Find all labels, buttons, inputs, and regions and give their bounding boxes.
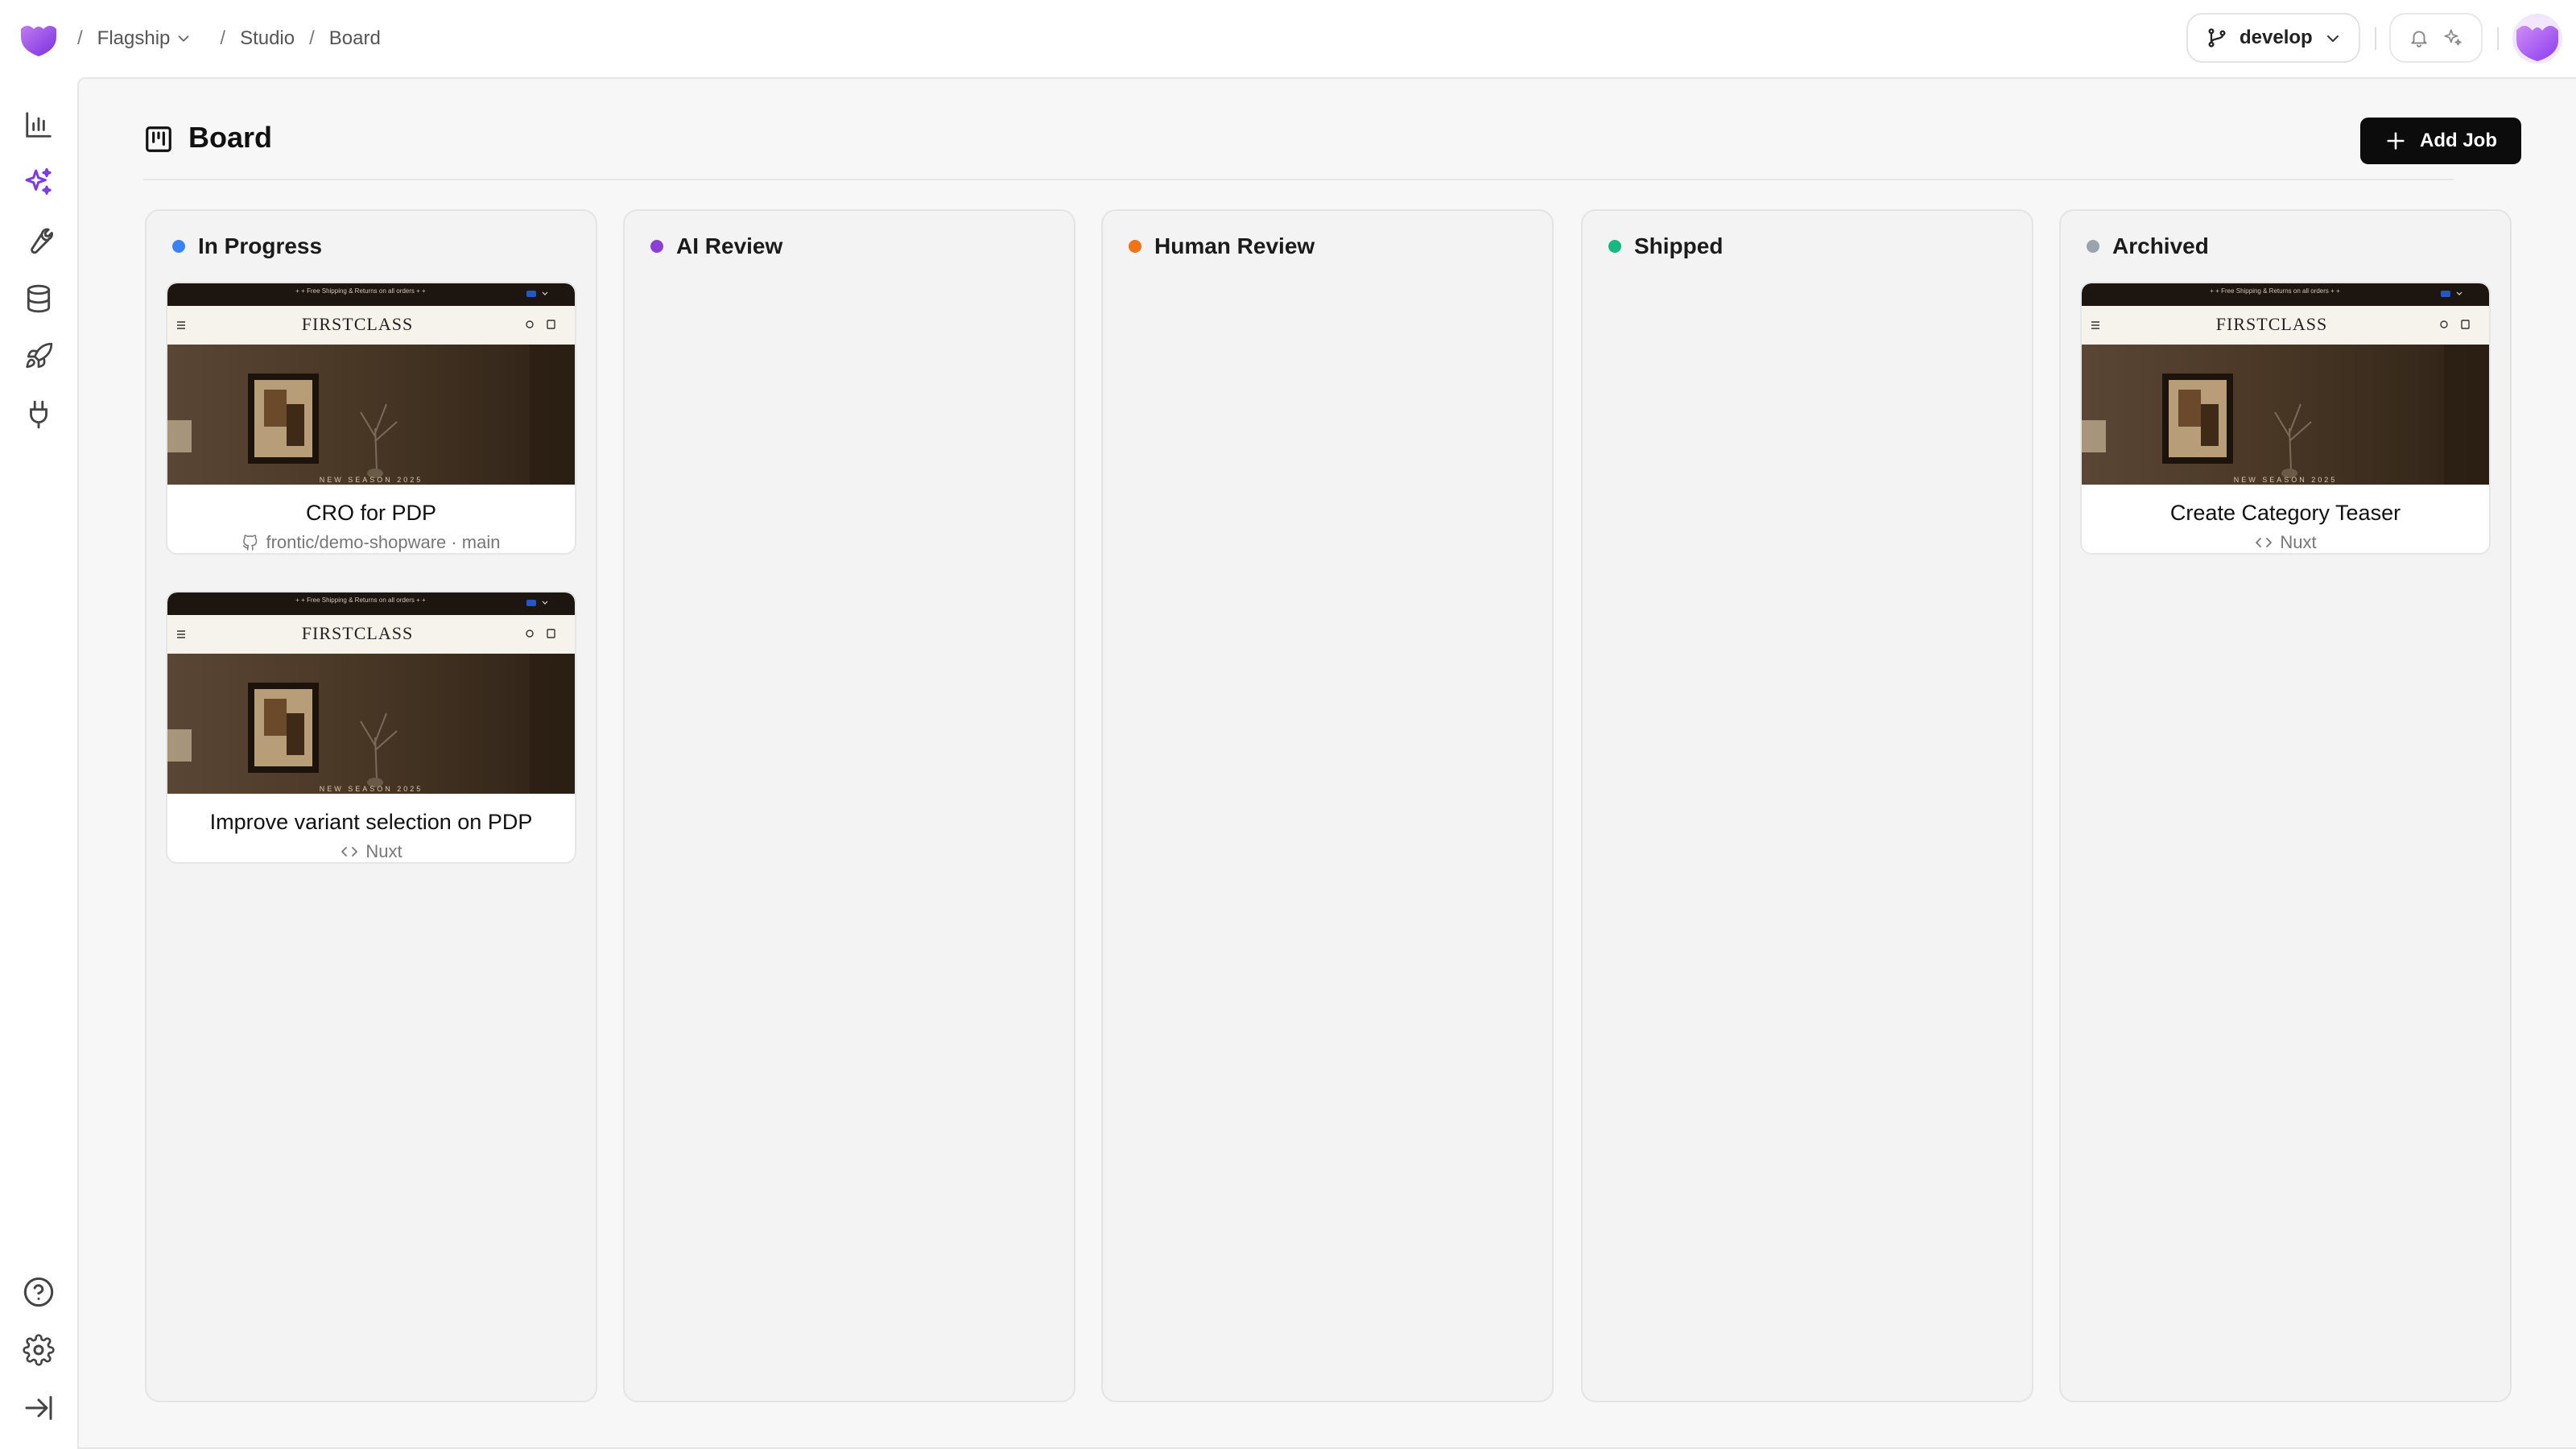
top-bar: / Flagship / Studio / Board develop <box>0 0 2576 77</box>
card-thumbnail: + + Free Shipping & Returns on all order… <box>167 283 575 485</box>
card-subtitle-row: frontic/demo-shopware · main <box>167 532 575 553</box>
code-icon <box>2256 538 2273 547</box>
status-dot <box>172 240 185 253</box>
preview-hero-caption: NEW SEASON 2025 <box>320 785 423 793</box>
user-avatar[interactable] <box>2512 13 2563 64</box>
column-title: AI Review <box>676 233 783 258</box>
preview-promo-text: + + Free Shipping & Returns on all order… <box>295 287 426 295</box>
chevron-down-icon <box>2327 35 2339 42</box>
code-icon <box>341 847 358 857</box>
card-subtitle-row: Nuxt <box>2082 532 2489 553</box>
breadcrumb-org[interactable]: Flagship <box>97 27 193 50</box>
storefront-preview-image: + + Free Shipping & Returns on all order… <box>167 592 575 794</box>
plug-icon <box>30 400 47 429</box>
card-subtitle: frontic/demo-shopware · main <box>266 532 501 552</box>
column-title: In Progress <box>198 233 323 258</box>
toolbar-icon-group <box>2389 13 2483 63</box>
rocket-icon <box>26 342 53 369</box>
sidebar-item-tools[interactable] <box>22 224 56 258</box>
toolbar-divider <box>2497 27 2499 50</box>
card-subtitle: Nuxt <box>365 841 402 861</box>
column-header: Human Review <box>1129 233 1315 259</box>
branch-selector-button[interactable]: develop <box>2186 13 2360 63</box>
preview-hero-caption: NEW SEASON 2025 <box>320 476 423 484</box>
add-job-label: Add Job <box>2420 130 2497 151</box>
sidebar-item-data[interactable] <box>22 282 56 316</box>
bell-icon[interactable] <box>2409 27 2429 48</box>
left-sidebar <box>0 77 77 1449</box>
job-card[interactable]: + + Free Shipping & Returns on all order… <box>2080 282 2491 555</box>
storefront-preview-image: + + Free Shipping & Returns on all order… <box>167 283 575 485</box>
plus-icon <box>2387 132 2405 150</box>
card-subtitle: Nuxt <box>2280 532 2317 552</box>
bar-chart-icon <box>26 112 52 138</box>
preview-brand-logo: FIRSTCLASS <box>302 314 413 334</box>
wrench-icon <box>31 228 53 254</box>
branch-label: develop <box>2240 27 2313 48</box>
breadcrumb-separator: / <box>77 27 83 49</box>
sidebar-item-settings[interactable] <box>22 1333 56 1367</box>
column-shipped: Shipped <box>1581 209 2033 1402</box>
preview-brand-logo: FIRSTCLASS <box>2216 314 2327 334</box>
breadcrumb: / Flagship / Studio / Board <box>77 23 395 55</box>
breadcrumb-page[interactable]: Board <box>329 27 381 50</box>
page-title: Board <box>188 121 273 154</box>
preview-promo-text: + + Free Shipping & Returns on all order… <box>295 597 426 604</box>
card-thumbnail: + + Free Shipping & Returns on all order… <box>2082 283 2489 485</box>
job-card[interactable]: + + Free Shipping & Returns on all order… <box>166 282 576 555</box>
storefront-preview-image: + + Free Shipping & Returns on all order… <box>2082 283 2489 485</box>
breadcrumb-separator: / <box>220 27 226 49</box>
column-header: In Progress <box>172 233 322 259</box>
kanban-icon <box>146 126 171 152</box>
git-branch-icon <box>2208 28 2226 47</box>
sidebar-item-deploy[interactable] <box>22 340 56 374</box>
breadcrumb-org-label: Flagship <box>97 27 171 49</box>
job-card[interactable]: + + Free Shipping & Returns on all order… <box>166 591 576 864</box>
column-in-progress: In Progress + + Free Shipping & Returns … <box>145 209 597 1402</box>
card-title: Create Category Teaser <box>2169 501 2401 525</box>
arrow-right-to-line-icon <box>25 1396 52 1420</box>
breadcrumb-separator: / <box>309 27 315 49</box>
column-title: Archived <box>2112 233 2209 258</box>
toolbar-divider <box>2375 27 2376 50</box>
github-icon <box>243 535 258 551</box>
sidebar-item-help[interactable] <box>22 1275 56 1309</box>
preview-hero-caption: NEW SEASON 2025 <box>2234 476 2338 484</box>
status-dot <box>1608 240 1621 253</box>
status-dot <box>650 240 663 253</box>
status-dot <box>1129 240 1141 253</box>
column-header: AI Review <box>650 233 782 259</box>
column-header: Archived <box>2087 233 2209 259</box>
column-title: Human Review <box>1154 233 1315 258</box>
preview-promo-text: + + Free Shipping & Returns on all order… <box>2210 287 2340 295</box>
gear-icon <box>23 1334 55 1366</box>
status-dot <box>2087 240 2099 253</box>
card-thumbnail: + + Free Shipping & Returns on all order… <box>167 592 575 794</box>
app-logo-icon[interactable] <box>18 18 60 60</box>
breadcrumb-section[interactable]: Studio <box>240 27 295 50</box>
column-header: Shipped <box>1608 233 1723 259</box>
sidebar-item-analytics[interactable] <box>22 108 56 142</box>
column-title: Shipped <box>1634 233 1724 258</box>
add-job-button[interactable]: Add Job <box>2360 118 2521 164</box>
database-icon <box>27 284 51 313</box>
card-subtitle-row: Nuxt <box>167 841 575 862</box>
help-circle-icon <box>23 1277 54 1307</box>
sidebar-collapse-toggle[interactable] <box>22 1391 56 1425</box>
chevron-down-icon <box>178 35 189 42</box>
column-human-review: Human Review <box>1101 209 1554 1402</box>
page-header: Board <box>143 119 2454 180</box>
preview-brand-logo: FIRSTCLASS <box>302 623 413 643</box>
column-ai-review: AI Review <box>623 209 1075 1402</box>
sparkles-icon <box>25 167 52 195</box>
main-panel: Board Add Job In Progress + + Free Shipp… <box>77 77 2576 1449</box>
sidebar-item-studio[interactable] <box>22 166 56 200</box>
card-title: Improve variant selection on PDP <box>209 810 533 834</box>
sidebar-item-integrations[interactable] <box>22 398 56 431</box>
column-archived: Archived + + Free Shipping & Returns on … <box>2059 209 2512 1402</box>
card-title: CRO for PDP <box>305 501 437 525</box>
sparkles-icon[interactable] <box>2442 27 2463 48</box>
